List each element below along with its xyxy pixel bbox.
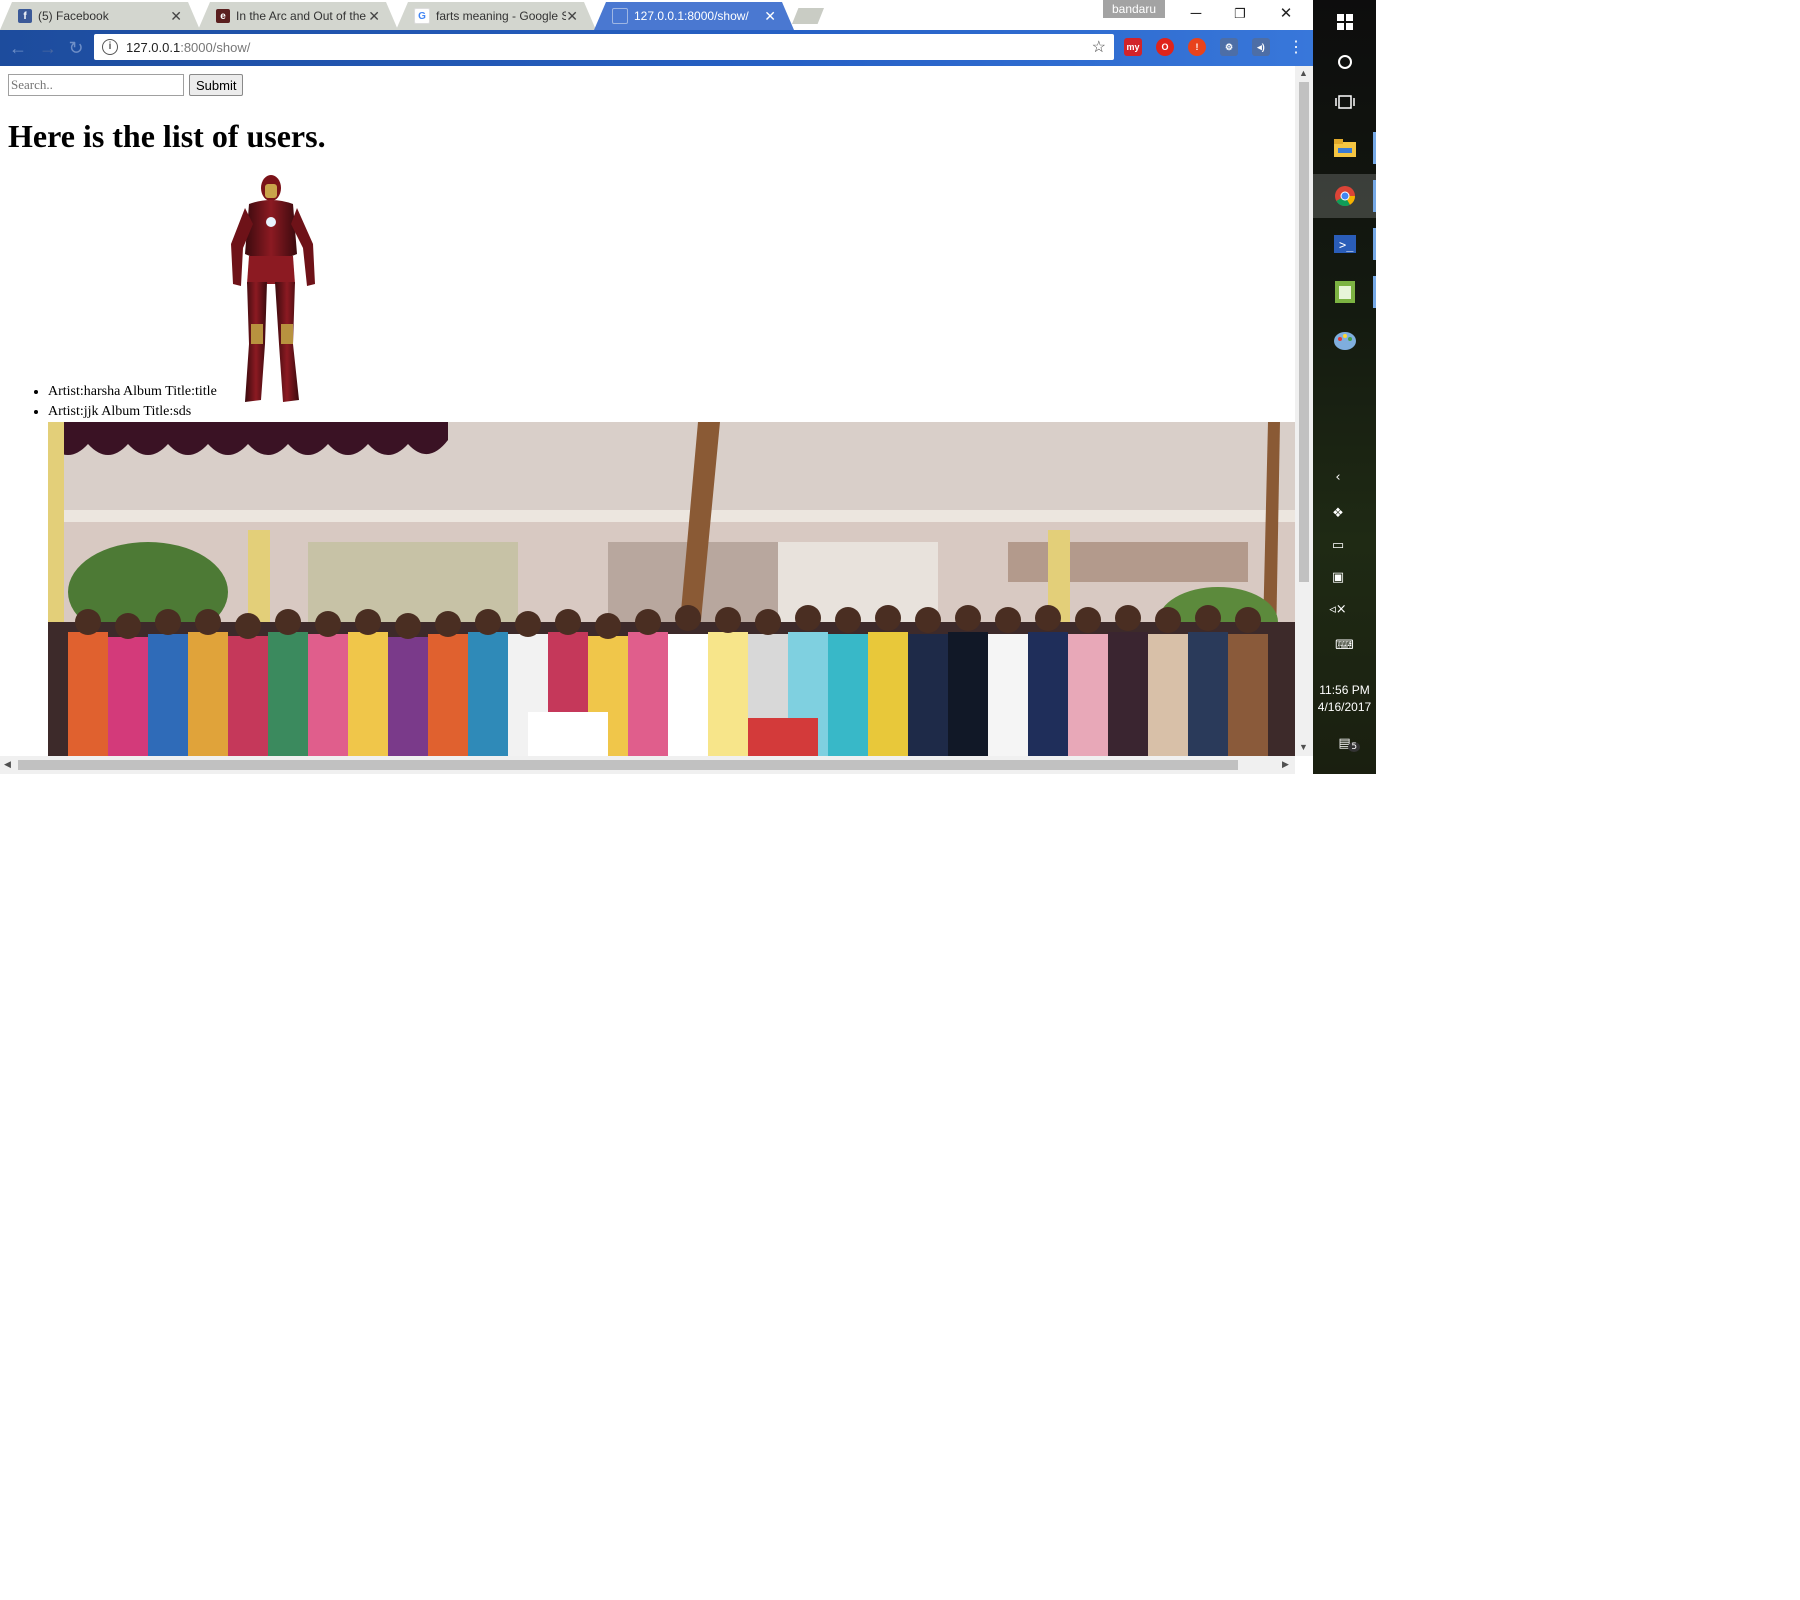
task-view-icon[interactable]	[1313, 80, 1376, 124]
browser-toolbar: ← → ↻ i 127.0.0.1 :8000/show/ ☆ my O ! ⚙…	[0, 30, 1313, 66]
tab-title: (5) Facebook	[38, 9, 109, 23]
close-window-icon[interactable]: ✕	[1264, 0, 1308, 28]
tab-close-icon[interactable]: ✕	[368, 8, 380, 25]
scroll-right-arrow-icon[interactable]: ▶	[1282, 759, 1289, 770]
browser-window: f (5) Facebook ✕ e In the Arc and Out of…	[0, 0, 1313, 774]
url-host: 127.0.0.1	[126, 39, 181, 55]
dropbox-icon[interactable]: ❖	[1313, 506, 1363, 521]
clock-date: 4/16/2017	[1317, 700, 1372, 714]
ironman-album-image	[231, 175, 315, 402]
alert-extension-icon[interactable]: !	[1188, 38, 1206, 56]
google-icon: G	[414, 8, 430, 24]
running-indicator	[1373, 132, 1376, 164]
horizontal-scrollbar[interactable]: ◀ ▶	[0, 756, 1295, 774]
tab-google-search[interactable]: G farts meaning - Google S ✕	[396, 2, 596, 30]
clock-time: 11:56 PM	[1319, 683, 1370, 697]
minimize-icon[interactable]: ─	[1174, 0, 1218, 28]
new-tab-button[interactable]	[792, 8, 824, 24]
page-icon	[612, 8, 628, 24]
url-path: :8000/show/	[180, 39, 251, 55]
search-form: Submit	[8, 74, 244, 96]
spreadsheet-icon[interactable]	[1313, 270, 1376, 314]
tab-title: farts meaning - Google S	[436, 9, 566, 23]
facebook-icon: f	[18, 9, 32, 23]
speaker-extension-icon[interactable]: ◂)	[1252, 38, 1270, 56]
vertical-scrollbar[interactable]: ▲ ▼	[1295, 66, 1313, 756]
tab-close-icon[interactable]: ✕	[170, 8, 182, 25]
paint-icon[interactable]	[1313, 318, 1376, 362]
user-list: Artist:harsha Album Title:title Artist:j…	[0, 382, 217, 422]
info-icon[interactable]: i	[102, 39, 118, 55]
file-explorer-icon[interactable]	[1313, 126, 1376, 170]
site-e-icon: e	[216, 9, 230, 23]
battery-icon[interactable]: ▭	[1313, 538, 1363, 553]
bookmark-star-icon[interactable]: ☆	[1092, 37, 1106, 57]
scroll-down-arrow-icon[interactable]: ▼	[1299, 742, 1308, 752]
chrome-icon[interactable]	[1313, 174, 1376, 218]
search-circle-icon[interactable]	[1313, 40, 1376, 84]
scroll-left-arrow-icon[interactable]: ◀	[4, 759, 11, 770]
submit-button[interactable]: Submit	[189, 74, 244, 96]
tab-facebook[interactable]: f (5) Facebook ✕	[0, 2, 200, 30]
scroll-up-arrow-icon[interactable]: ▲	[1299, 68, 1308, 78]
tab-close-icon[interactable]: ✕	[566, 8, 578, 25]
powershell-icon[interactable]: >_	[1313, 222, 1376, 266]
touch-keyboard-icon[interactable]: ⌨	[1313, 638, 1376, 653]
show-hidden-icons-chevron-icon[interactable]: ‹	[1313, 470, 1363, 485]
forward-arrow-icon[interactable]: →	[36, 36, 60, 60]
restore-icon[interactable]: ❐	[1218, 0, 1262, 28]
tab-close-icon[interactable]: ✕	[764, 8, 776, 25]
notification-count-badge: 5	[1348, 742, 1361, 752]
reload-icon[interactable]: ↻	[64, 36, 88, 60]
settings-extension-icon[interactable]: ⚙	[1220, 38, 1238, 56]
opera-extension-icon[interactable]: O	[1156, 38, 1174, 56]
my-extension-icon[interactable]: my	[1124, 38, 1142, 56]
windows-start-icon[interactable]	[1313, 0, 1376, 44]
tab-title: In the Arc and Out of the	[236, 9, 366, 23]
svg-text:>_: >_	[1339, 238, 1354, 252]
horizontal-scroll-thumb[interactable]	[18, 760, 1238, 770]
vertical-scroll-thumb[interactable]	[1299, 82, 1309, 582]
search-input[interactable]	[8, 74, 184, 96]
clock[interactable]: 11:56 PM 4/16/2017	[1313, 682, 1376, 716]
tab-localhost-show[interactable]: 127.0.0.1:8000/show/ ✕	[594, 2, 794, 30]
running-indicator	[1373, 180, 1376, 212]
tab-strip: f (5) Facebook ✕ e In the Arc and Out of…	[0, 0, 1313, 30]
tab-arc-article[interactable]: e In the Arc and Out of the ✕	[198, 2, 398, 30]
menu-kebab-icon[interactable]: ⋮	[1284, 36, 1308, 60]
group-photo-image	[48, 422, 1295, 756]
volume-muted-icon[interactable]: ◃×	[1313, 602, 1363, 617]
list-item: Artist:harsha Album Title:title	[48, 382, 217, 402]
running-indicator	[1373, 228, 1376, 260]
address-bar[interactable]: i 127.0.0.1 :8000/show/ ☆	[94, 34, 1114, 60]
action-center-icon[interactable]: ▤ 5	[1313, 736, 1376, 752]
network-icon[interactable]: ▣	[1313, 570, 1363, 585]
tab-title: 127.0.0.1:8000/show/	[634, 9, 749, 23]
list-item: Artist:jjk Album Title:sds	[48, 402, 217, 422]
taskbar: >_ ‹ ❖ ▭ ▣ ◃× ⌨ 11:56 PM 4/16/2017 ▤ 5	[1313, 0, 1376, 774]
page-title: Here is the list of users.	[8, 118, 326, 154]
page-viewport: Submit Here is the list of users. Artist…	[0, 66, 1295, 756]
profile-badge[interactable]: bandaru	[1103, 0, 1165, 18]
back-arrow-icon[interactable]: ←	[6, 36, 30, 60]
running-indicator	[1373, 276, 1376, 308]
